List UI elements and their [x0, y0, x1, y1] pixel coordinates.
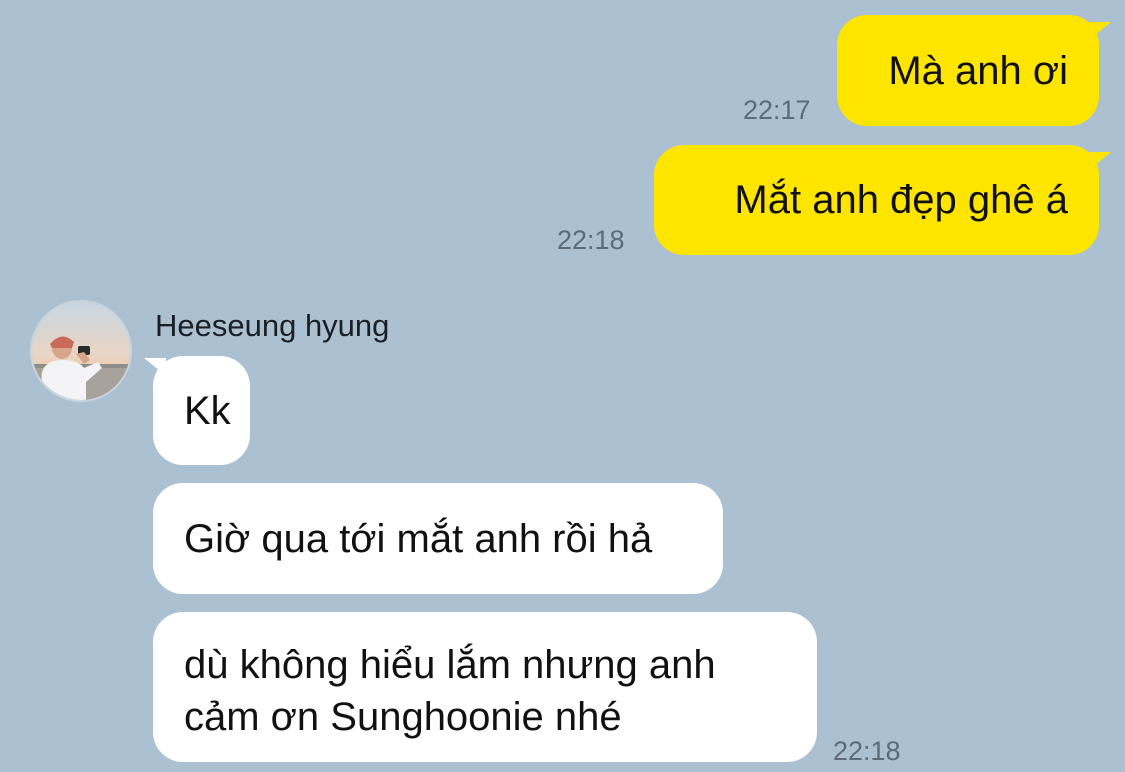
- message-text: Giờ qua tới mắt anh rồi hả: [184, 516, 653, 561]
- incoming-message[interactable]: dù không hiểu lắm nhưng anh cảm ơn Sungh…: [153, 612, 817, 762]
- message-timestamp: 22:18: [833, 736, 901, 766]
- outgoing-message[interactable]: Mắt anh đẹp ghê á: [654, 145, 1099, 255]
- bubble-tail: [1089, 22, 1111, 40]
- message-timestamp: 22:17: [743, 95, 811, 125]
- message-text: Mà anh ơi: [888, 48, 1068, 93]
- contact-name: Heeseung hyung: [155, 308, 390, 343]
- outgoing-message[interactable]: Mà anh ơi: [837, 15, 1099, 126]
- incoming-message[interactable]: Kk: [153, 356, 250, 465]
- message-text-line: cảm ơn Sunghoonie nhé: [184, 695, 622, 739]
- profile-photo-beach-icon: [32, 302, 130, 400]
- message-timestamp: 22:18: [557, 225, 625, 255]
- message-text: Mắt anh đẹp ghê á: [734, 178, 1068, 222]
- incoming-message[interactable]: Giờ qua tới mắt anh rồi hả: [153, 483, 723, 594]
- message-text: Kk: [184, 388, 231, 433]
- contact-avatar[interactable]: [30, 300, 132, 402]
- chat-area: Mà anh ơi 22:17 Mắt anh đẹp ghê á 22:18: [0, 0, 1125, 772]
- bubble-tail: [1089, 152, 1111, 170]
- message-text-line: dù không hiểu lắm nhưng anh: [184, 643, 716, 687]
